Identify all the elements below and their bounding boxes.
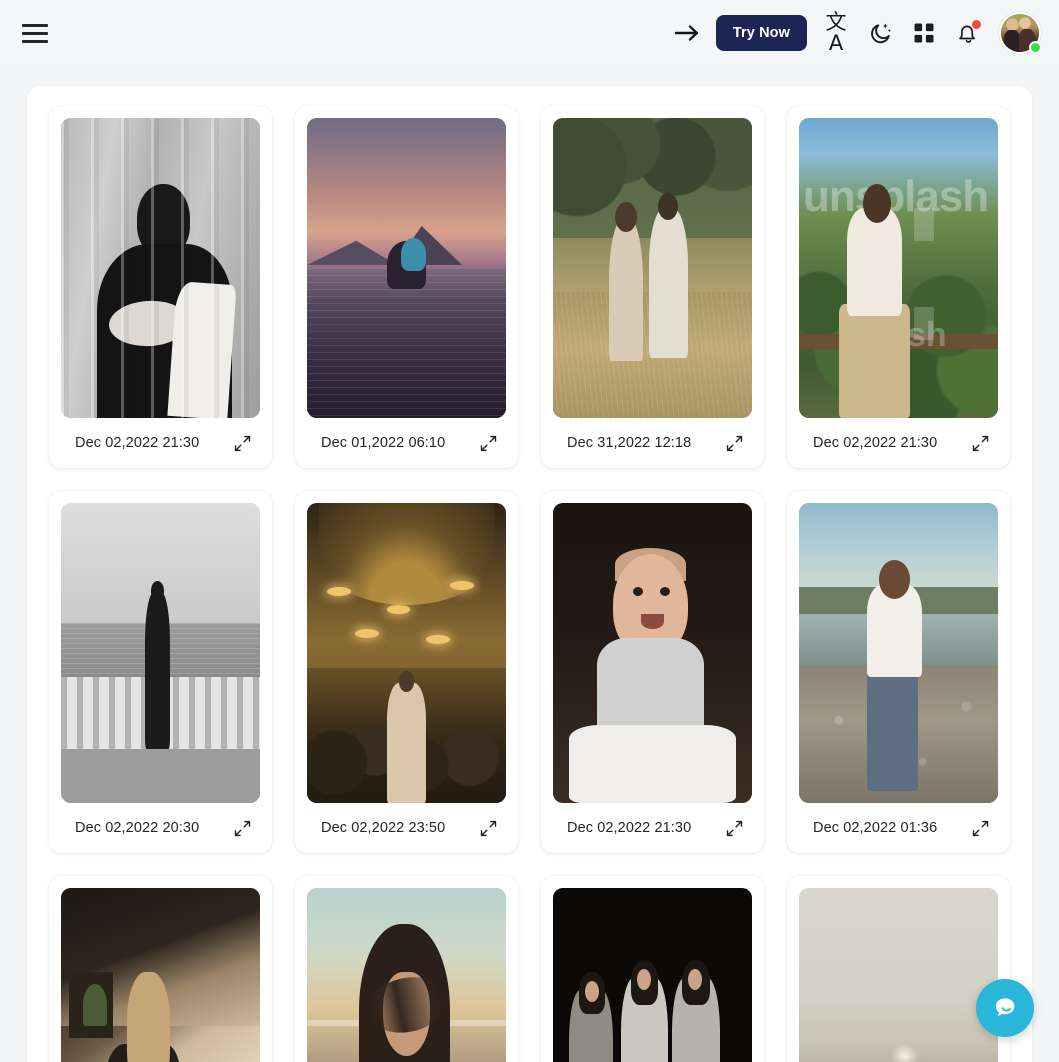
hamburger-bar (22, 31, 48, 35)
gallery-card-date: Dec 01,2022 06:10 (321, 435, 446, 451)
gallery-card[interactable]: Dec 02,2022 21:30 (541, 491, 764, 853)
gallery-thumbnail[interactable] (61, 888, 260, 1062)
hamburger-bar (22, 39, 48, 43)
top-bar-actions: Try Now 文A (672, 12, 1042, 54)
photo-three-women-dark (553, 888, 752, 1062)
expand-diagonal-icon[interactable] (722, 816, 746, 840)
gallery-card-footer: Dec 02,2022 01:36 (799, 803, 998, 853)
expand-diagonal-icon[interactable] (476, 816, 500, 840)
gallery-card[interactable] (787, 876, 1010, 1062)
top-bar: Try Now 文A (0, 0, 1059, 66)
gallery-card[interactable] (49, 876, 272, 1062)
gallery-thumbnail[interactable]: unsplash lash (799, 118, 998, 418)
gallery-thumbnail[interactable] (553, 503, 752, 803)
gallery-card-date: Dec 02,2022 20:30 (75, 820, 200, 836)
gallery-card-date: Dec 31,2022 12:18 (567, 435, 692, 451)
expand-diagonal-icon[interactable] (968, 431, 992, 455)
photo-baby-in-bath (553, 503, 752, 803)
gallery-card[interactable]: Dec 02,2022 23:50 (295, 491, 518, 853)
gallery-card-footer: Dec 01,2022 06:10 (307, 418, 506, 468)
gallery-card-date: Dec 02,2022 01:36 (813, 820, 938, 836)
expand-diagonal-icon[interactable] (476, 431, 500, 455)
gallery-thumbnail[interactable] (799, 503, 998, 803)
expand-diagonal-icon[interactable] (722, 431, 746, 455)
gallery-card-date: Dec 02,2022 23:50 (321, 820, 446, 836)
gallery-card-date: Dec 02,2022 21:30 (813, 435, 938, 451)
photo-couple-embracing (61, 118, 260, 418)
gallery-card-footer: Dec 02,2022 21:30 (553, 803, 752, 853)
gallery-thumbnail[interactable] (307, 503, 506, 803)
expand-diagonal-icon[interactable] (230, 431, 254, 455)
photo-woman-at-lake-shore (799, 503, 998, 803)
moon-stars-icon[interactable] (865, 18, 895, 48)
gallery-card[interactable]: Dec 02,2022 01:36 (787, 491, 1010, 853)
gallery-card[interactable]: Dec 31,2022 12:18 (541, 106, 764, 468)
photo-hagia-sophia-interior (307, 503, 506, 803)
gallery-card[interactable]: unsplash lash Dec 02,2022 21:30 (787, 106, 1010, 468)
photo-couple-in-field (553, 118, 752, 418)
photo-lake-sunset (307, 118, 506, 418)
arrow-right-icon[interactable] (672, 18, 702, 48)
try-now-button[interactable]: Try Now (715, 14, 807, 52)
gallery-card-footer: Dec 02,2022 21:30 (799, 418, 998, 468)
gallery-thumbnail[interactable] (61, 503, 260, 803)
notification-badge (972, 20, 981, 29)
expand-diagonal-icon[interactable] (230, 816, 254, 840)
online-status-indicator (1029, 41, 1042, 54)
translate-glyph: 文A (825, 10, 847, 55)
gallery-thumbnail[interactable] (307, 118, 506, 418)
gallery-card-footer: Dec 02,2022 23:50 (307, 803, 506, 853)
photo-man-on-bridge (61, 503, 260, 803)
gallery-card-footer: Dec 02,2022 21:30 (61, 418, 260, 468)
gallery-card[interactable] (541, 876, 764, 1062)
gallery-card-footer: Dec 02,2022 20:30 (61, 803, 260, 853)
gallery-thumbnail[interactable] (553, 888, 752, 1062)
bell-icon[interactable] (953, 18, 983, 48)
gallery-card-date: Dec 02,2022 21:30 (567, 820, 692, 836)
hamburger-bar (22, 23, 48, 27)
gallery-grid: Dec 02,2022 21:30 Dec 01,2022 06:10 Dec … (39, 106, 1020, 1062)
photo-woman-with-cat (61, 888, 260, 1062)
photo-woman-on-fence: unsplash lash (799, 118, 998, 418)
gallery-card-footer: Dec 31,2022 12:18 (553, 418, 752, 468)
expand-diagonal-icon[interactable] (968, 816, 992, 840)
gallery-card[interactable]: Dec 01,2022 06:10 (295, 106, 518, 468)
gallery-card-date: Dec 02,2022 21:30 (75, 435, 200, 451)
avatar[interactable] (999, 12, 1042, 54)
gallery-thumbnail[interactable] (61, 118, 260, 418)
grid-apps-icon[interactable] (909, 18, 939, 48)
gallery-card[interactable]: Dec 02,2022 21:30 (49, 106, 272, 468)
gallery-thumbnail[interactable] (799, 888, 998, 1062)
gallery-card[interactable]: Dec 02,2022 20:30 (49, 491, 272, 853)
gallery-thumbnail[interactable] (307, 888, 506, 1062)
chat-bubble-icon[interactable] (976, 979, 1034, 1037)
gallery-card[interactable] (295, 876, 518, 1062)
photo-woman-hair-in-wind (307, 888, 506, 1062)
avatar-art (1004, 29, 1020, 52)
photo-foggy-mountains (799, 888, 998, 1062)
gallery-panel: Dec 02,2022 21:30 Dec 01,2022 06:10 Dec … (27, 86, 1032, 1062)
gallery-thumbnail[interactable] (553, 118, 752, 418)
hamburger-menu-icon[interactable] (18, 16, 52, 50)
translate-icon[interactable]: 文A (821, 12, 851, 54)
